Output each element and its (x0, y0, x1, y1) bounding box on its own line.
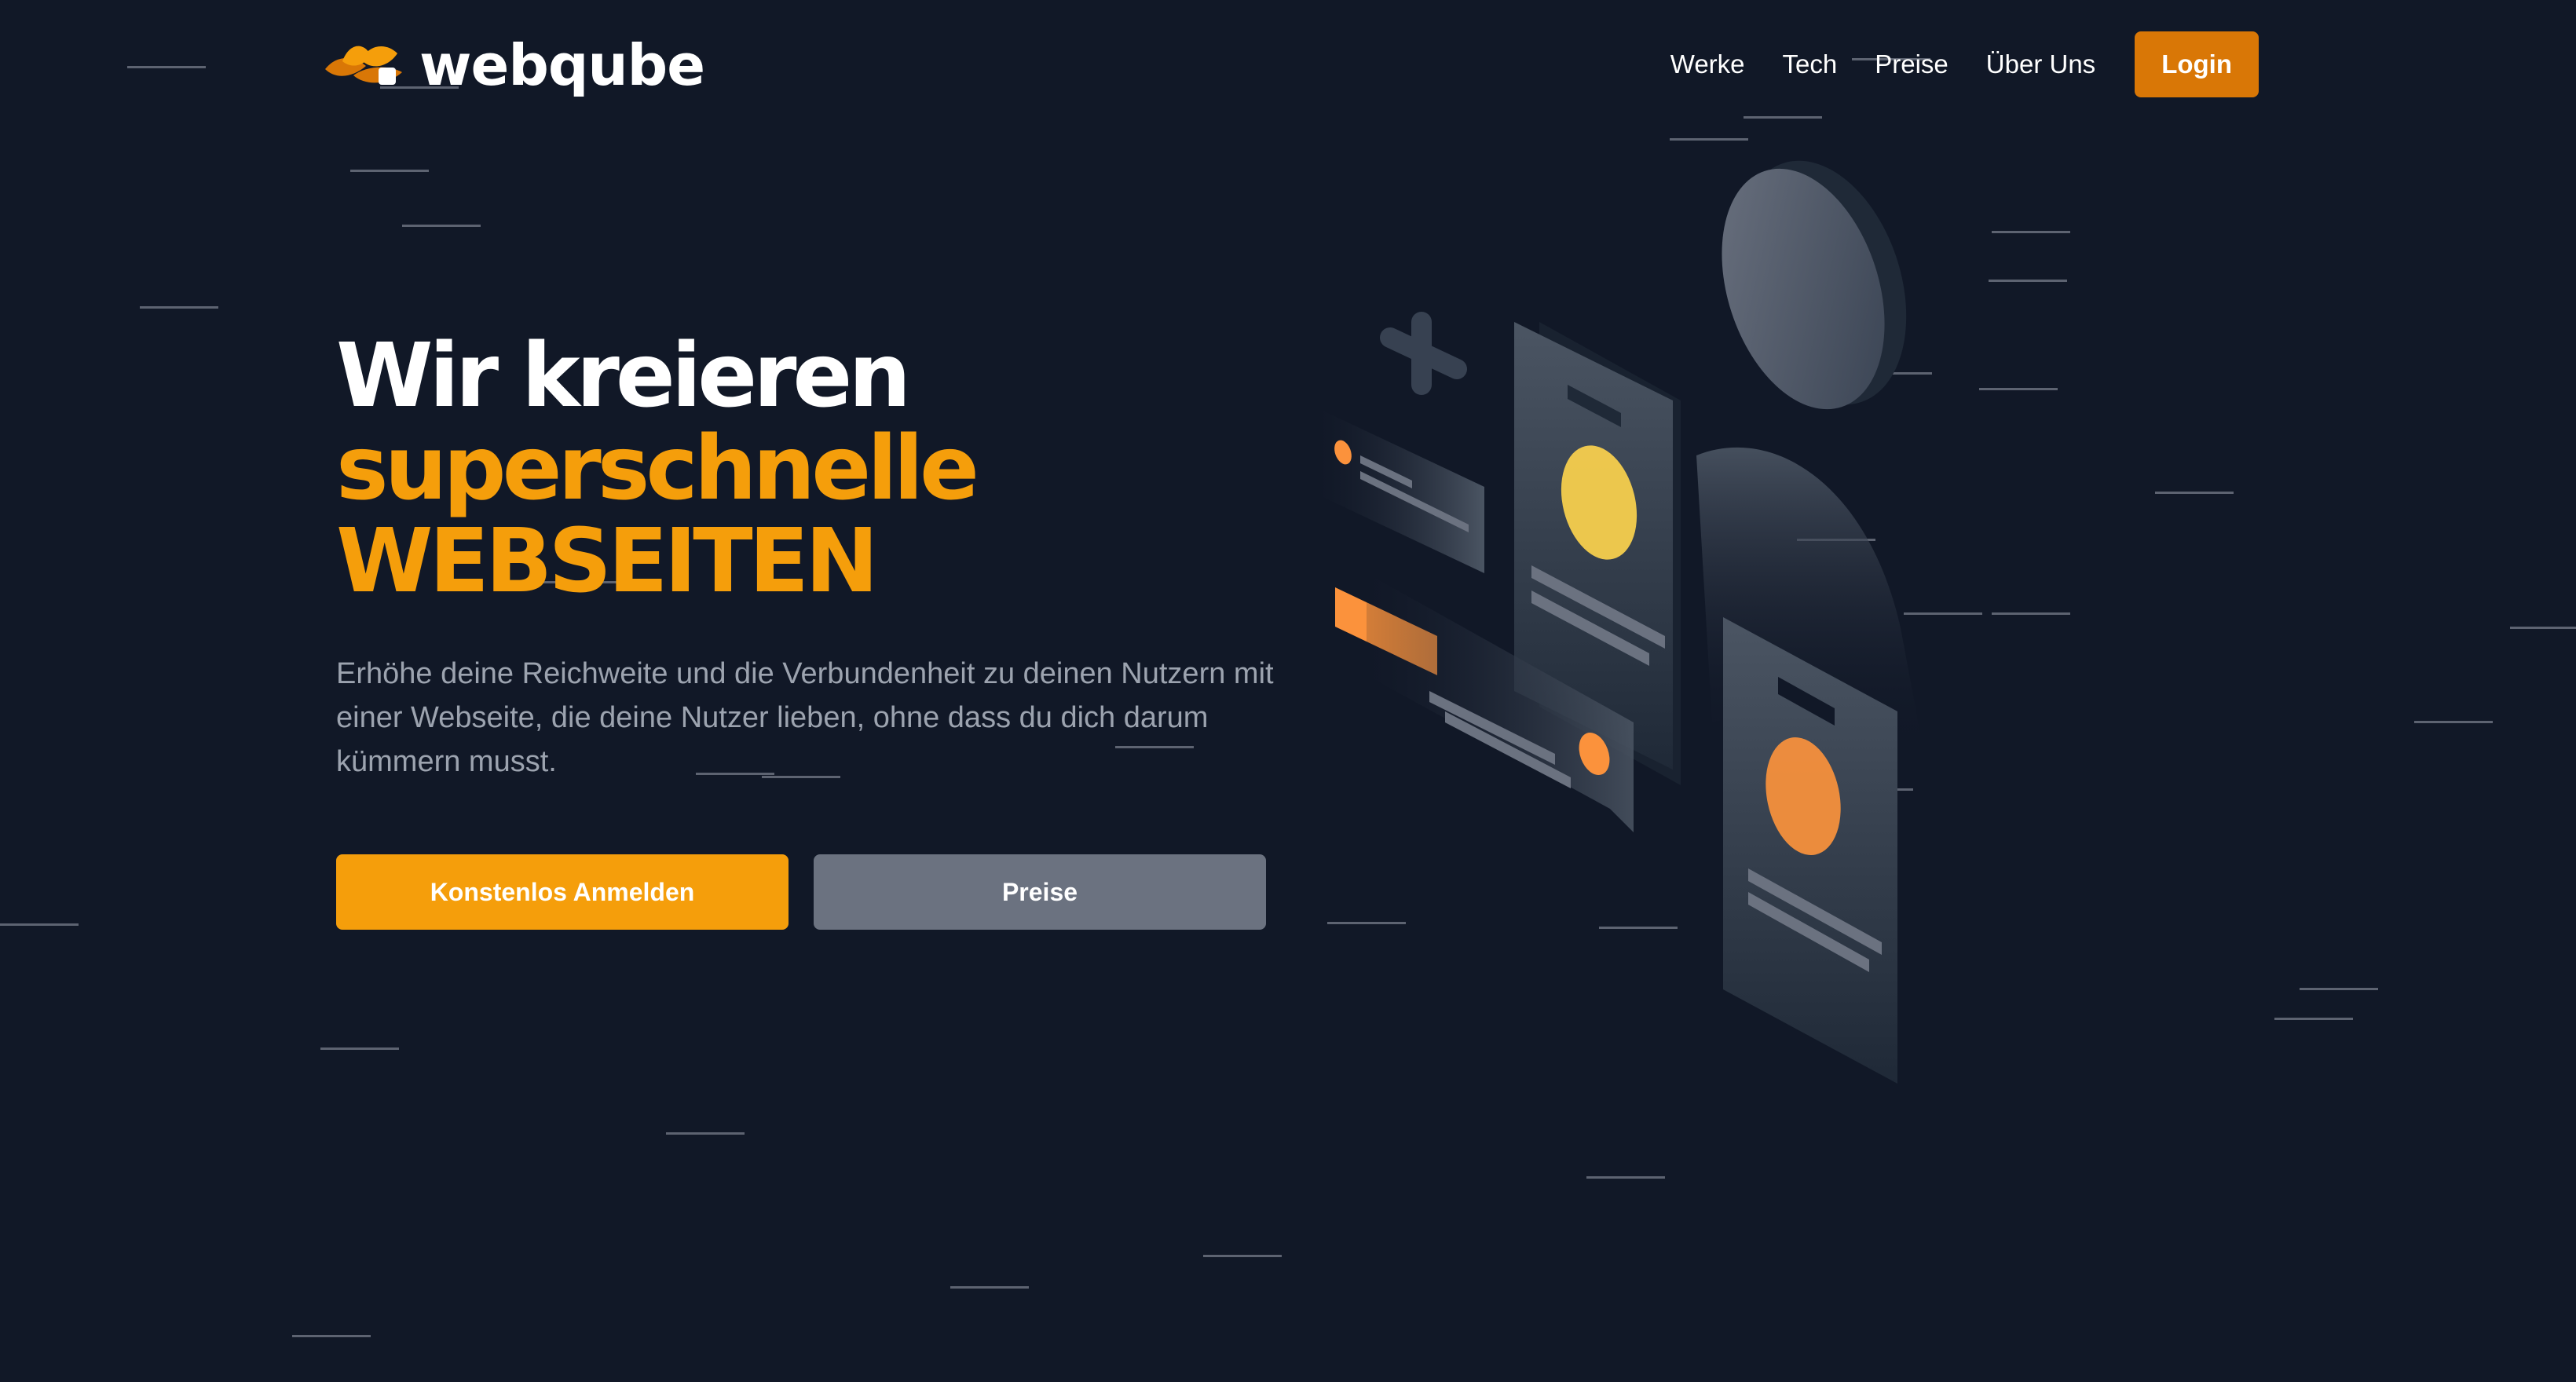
headline-line-1: Wir kreieren (336, 325, 911, 427)
streak-line (2414, 721, 2493, 723)
signup-free-button[interactable]: Konstenlos Anmelden (336, 854, 789, 930)
streak-line (2274, 1018, 2353, 1020)
streak-line (127, 66, 206, 68)
brand-logo[interactable]: webqube (322, 30, 705, 101)
login-button[interactable]: Login (2135, 31, 2259, 97)
streak-line (350, 170, 429, 172)
streak-line (2300, 988, 2378, 990)
streak-line (2510, 627, 2576, 629)
nav-item-ueber-uns[interactable]: Über Uns (1986, 49, 2095, 79)
streak-line (950, 1286, 1029, 1289)
streak-line (1992, 612, 2070, 615)
nav-item-preise[interactable]: Preise (1875, 49, 1948, 79)
streak-line (402, 225, 481, 227)
streak-line (140, 306, 218, 309)
lotus-flame-icon (325, 46, 402, 85)
landing-page: webqube Werke Tech Preise Über Uns Login… (0, 0, 2576, 1382)
nav-item-tech[interactable]: Tech (1783, 49, 1838, 79)
pricing-button[interactable]: Preise (814, 854, 1266, 930)
brand-name: webqube (419, 32, 705, 98)
streak-line (1744, 116, 1822, 119)
streak-line (292, 1335, 371, 1337)
hero-cta-group: Konstenlos Anmelden Preise (336, 854, 1266, 930)
streak-line (0, 923, 79, 926)
nav-item-werke[interactable]: Werke (1670, 49, 1745, 79)
hero-lead-text: Erhöhe deine Reichweite und die Verbunde… (336, 657, 1274, 778)
streak-line (1203, 1255, 1282, 1257)
main-nav: Werke Tech Preise Über Uns Login (1670, 31, 2259, 97)
hero-headline: Wir kreieren superschnelle WEBSEITEN (336, 330, 1310, 608)
streak-line (1979, 388, 2058, 390)
headline-line-3: WEBSEITEN (336, 510, 879, 612)
hero-section: Wir kreieren superschnelle WEBSEITEN Erh… (336, 330, 1310, 784)
streak-line (1992, 231, 2070, 233)
headline-line-2: superschnelle (336, 418, 979, 520)
streak-line (1989, 280, 2067, 282)
streak-line (1586, 1176, 1665, 1179)
streak-line (2155, 492, 2234, 494)
streak-line (320, 1047, 399, 1050)
streak-line (666, 1132, 745, 1135)
isometric-person-with-devices-illustration (1318, 160, 1924, 1084)
